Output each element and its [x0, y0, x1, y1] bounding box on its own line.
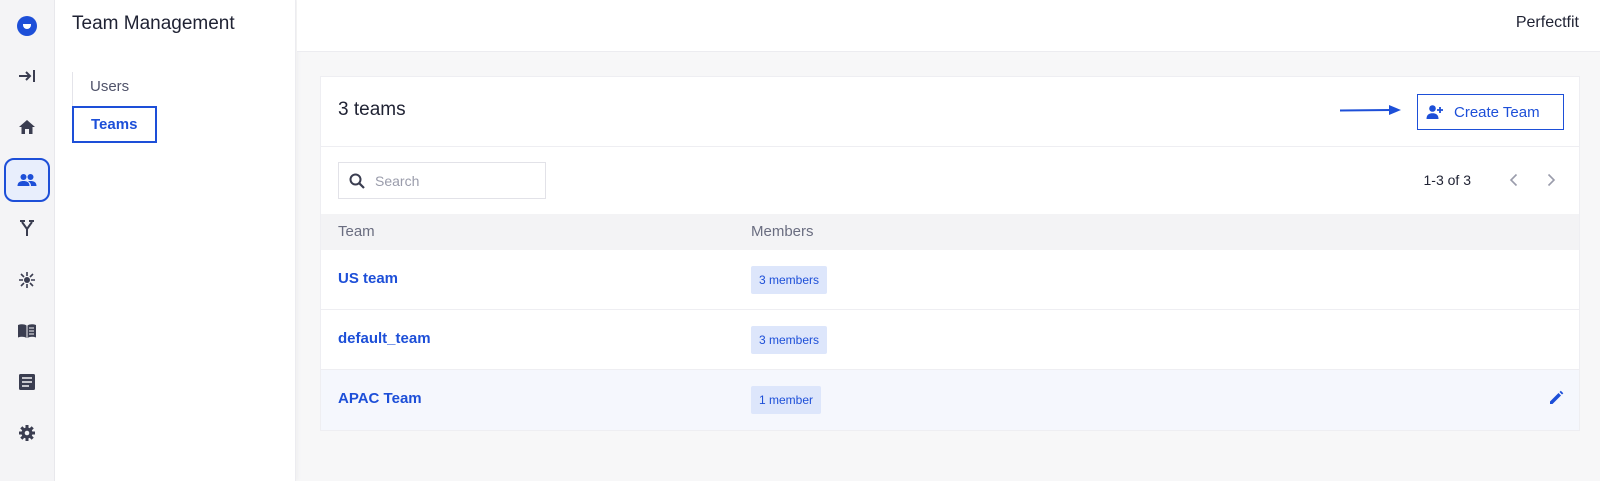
book-icon[interactable] [4, 309, 50, 353]
member-count-badge: 3 members [751, 326, 828, 354]
document-list-icon[interactable] [4, 360, 50, 404]
page-range: 1-3 of 3 [1423, 172, 1471, 188]
card-header: 3 teams Create Team [321, 77, 1579, 147]
collapse-sidebar-icon[interactable] [4, 54, 50, 98]
previous-page-button[interactable] [1499, 166, 1527, 194]
team-count-heading: 3 teams [338, 99, 406, 120]
search-field[interactable] [338, 162, 546, 199]
subnav-item-users[interactable]: Users [73, 77, 129, 97]
team-management-icon[interactable] [4, 158, 50, 202]
column-header-members[interactable]: Members [751, 223, 814, 240]
add-user-icon [1426, 105, 1443, 119]
member-count-badge: 3 members [751, 266, 828, 294]
subnav-list: Users Teams [72, 72, 272, 143]
team-name-link[interactable]: default_team [338, 330, 431, 347]
top-bar: Perfectfit [297, 0, 1600, 52]
create-team-button[interactable]: Create Team [1417, 94, 1564, 130]
table-row[interactable]: US team 3 members [321, 250, 1579, 310]
member-count-badge: 1 member [751, 386, 822, 414]
team-name-link[interactable]: APAC Team [338, 390, 422, 407]
organization-name[interactable]: Perfectfit [1516, 14, 1579, 32]
hub-icon[interactable] [4, 258, 50, 302]
create-team-label: Create Team [1454, 103, 1540, 121]
home-icon[interactable] [4, 105, 50, 149]
settings-gear-icon[interactable] [4, 411, 50, 455]
chevron-right-icon [1547, 173, 1555, 187]
table-header: Team Members [321, 214, 1579, 250]
search-input[interactable] [375, 172, 525, 189]
team-name-link[interactable]: US team [338, 270, 398, 287]
pointer-arrow-icon [1339, 105, 1401, 115]
table-row[interactable]: APAC Team 1 member [321, 370, 1579, 430]
app-logo-icon[interactable] [4, 4, 50, 48]
subnav-item-teams[interactable]: Teams [72, 106, 157, 143]
edit-pencil-icon[interactable] [1548, 390, 1564, 411]
teams-card: 3 teams Create Team 1-3 of 3 [320, 76, 1580, 431]
table-row[interactable]: default_team 3 members [321, 310, 1579, 370]
team-management-subnav: Team Management Users Teams [55, 0, 296, 481]
section-title: Team Management [72, 13, 235, 34]
branch-icon[interactable] [4, 207, 50, 251]
next-page-button[interactable] [1537, 166, 1565, 194]
column-header-team[interactable]: Team [338, 223, 375, 240]
chevron-left-icon [1509, 173, 1517, 187]
icon-rail [0, 0, 55, 481]
pagination: 1-3 of 3 [1424, 165, 1565, 195]
search-icon [349, 173, 365, 189]
